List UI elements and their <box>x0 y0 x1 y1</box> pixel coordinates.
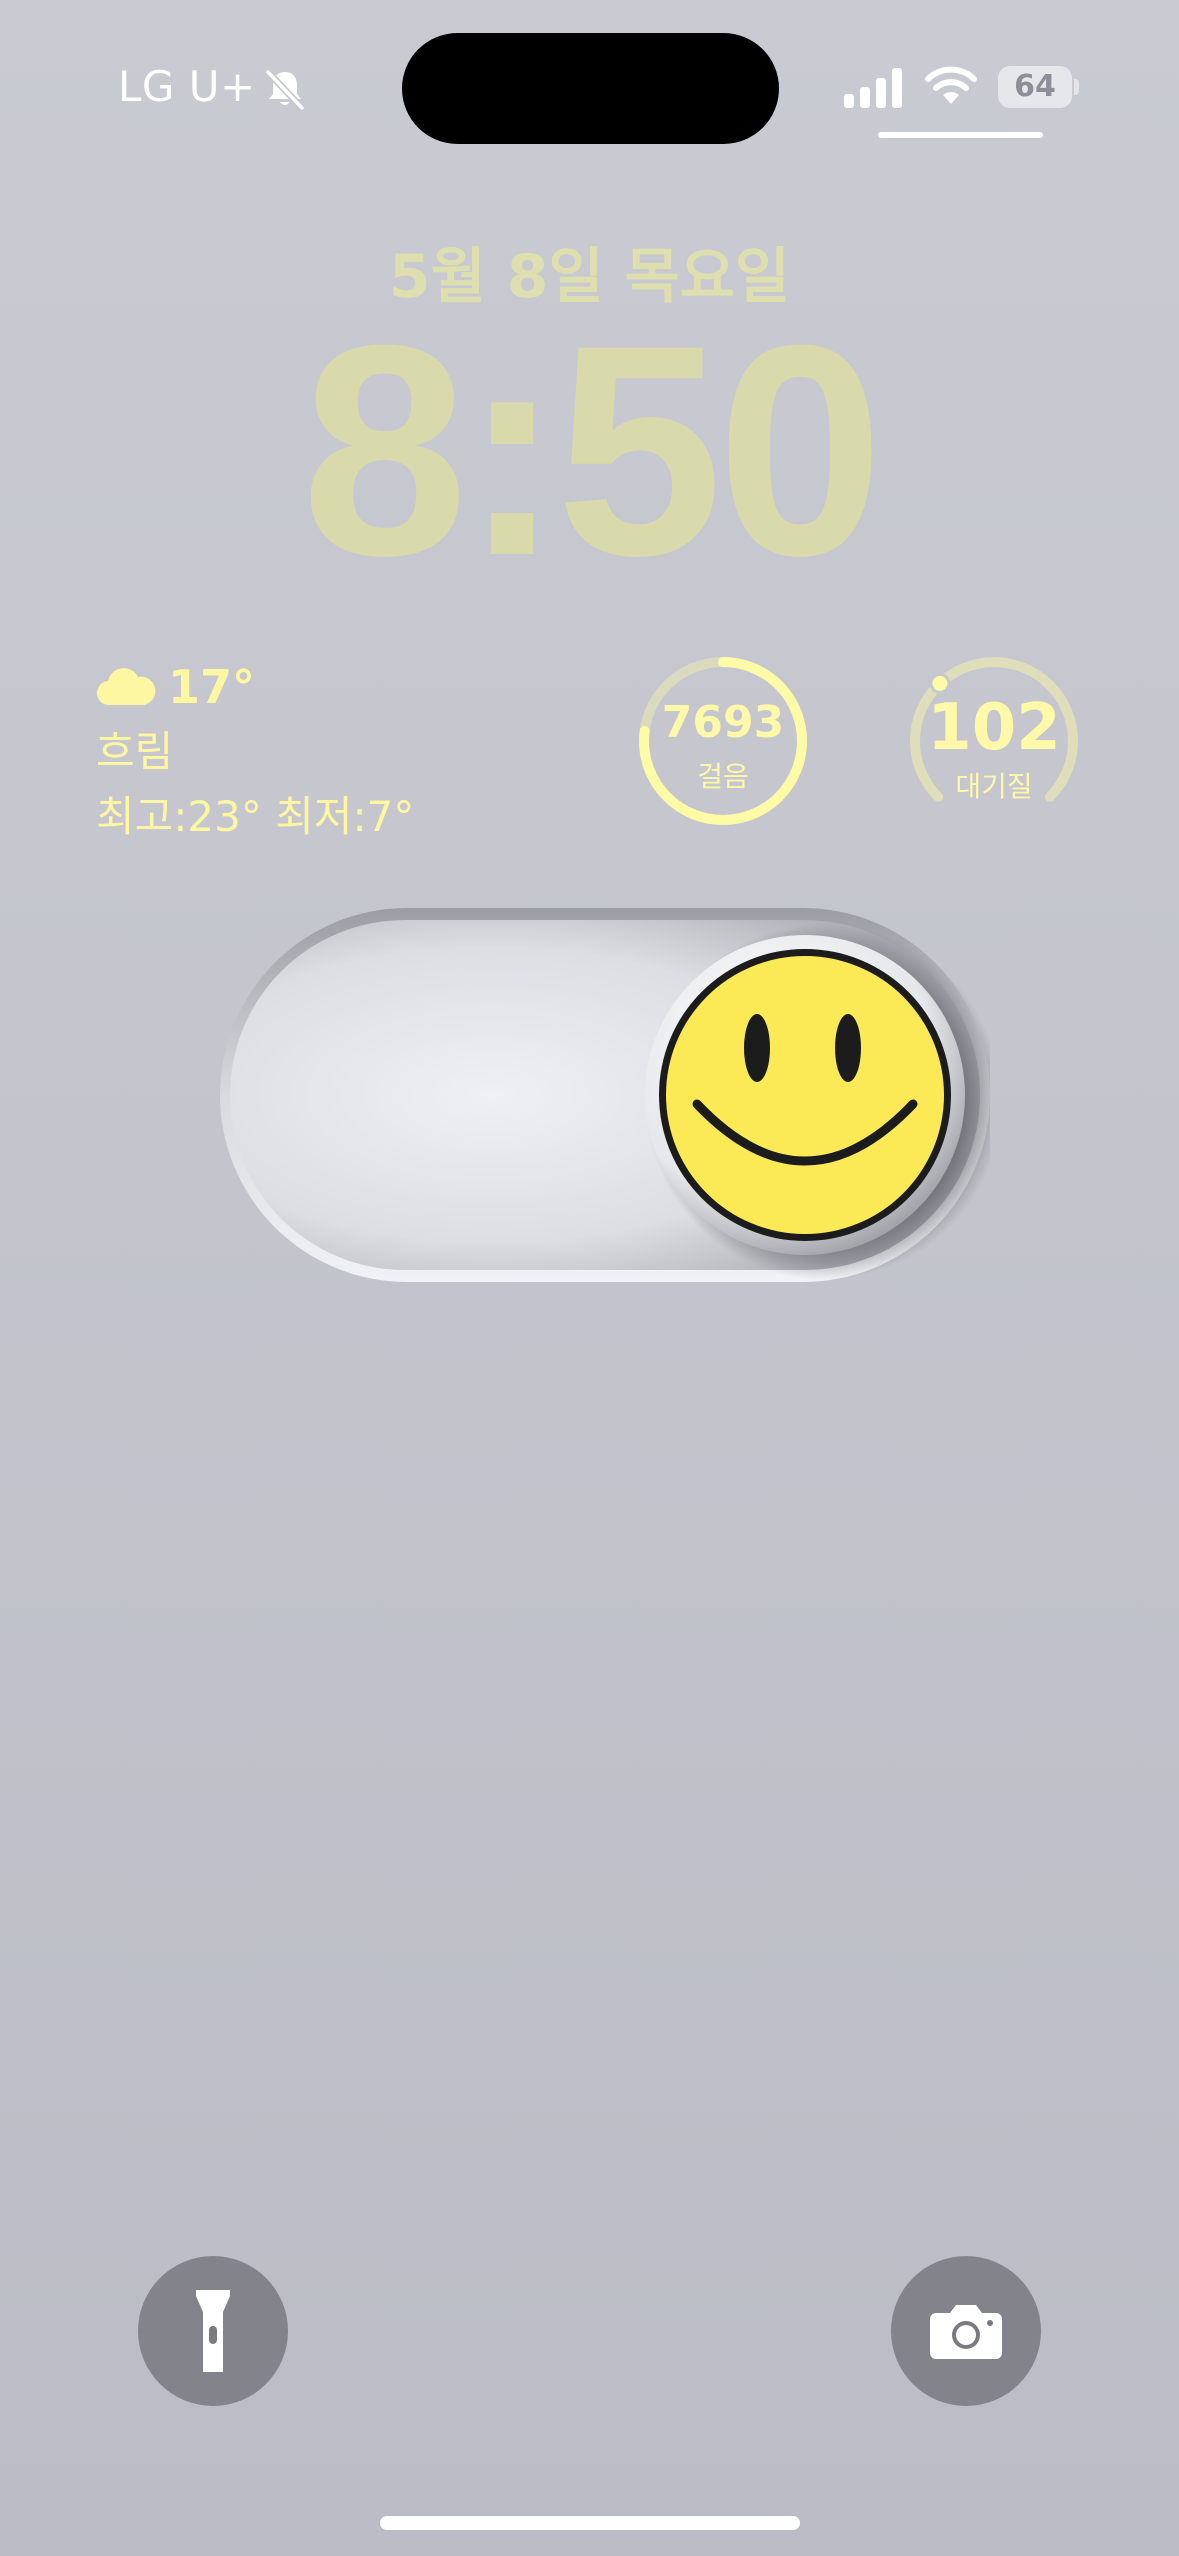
weather-temperature: 17° <box>168 660 256 714</box>
air-quality-widget[interactable]: 102 대기질 <box>906 653 1082 829</box>
flashlight-icon <box>196 2290 230 2372</box>
steps-widget[interactable]: 7693 걸음 <box>635 653 811 829</box>
dynamic-island <box>402 33 779 144</box>
battery-percent: 64 <box>1014 69 1056 104</box>
steps-count: 7693 <box>661 697 785 748</box>
battery-indicator: 64 <box>998 66 1079 108</box>
lock-time: 8:50 <box>301 282 883 618</box>
bell-slash-icon <box>265 69 305 111</box>
home-indicator[interactable] <box>380 2516 800 2530</box>
camera-button[interactable] <box>891 2256 1041 2406</box>
wifi-icon <box>925 66 977 104</box>
air-quality-value: 102 <box>927 691 1061 765</box>
cloud-icon <box>96 668 156 706</box>
air-quality-label: 대기질 <box>955 770 1033 803</box>
flashlight-button[interactable] <box>138 2256 288 2406</box>
carrier-label: LG U+ <box>118 62 256 111</box>
weather-high-low: 최고:23° 최저:7° <box>96 792 415 841</box>
status-underline <box>878 132 1043 138</box>
smiley-toggle-wallpaper <box>220 908 990 1282</box>
signal-icon <box>844 68 902 108</box>
steps-label: 걸음 <box>697 760 749 793</box>
weather-condition: 흐림 <box>96 727 174 776</box>
weather-widget[interactable]: 17° 흐림 최고:23° 최저:7° <box>96 660 414 844</box>
camera-icon <box>930 2305 1002 2359</box>
